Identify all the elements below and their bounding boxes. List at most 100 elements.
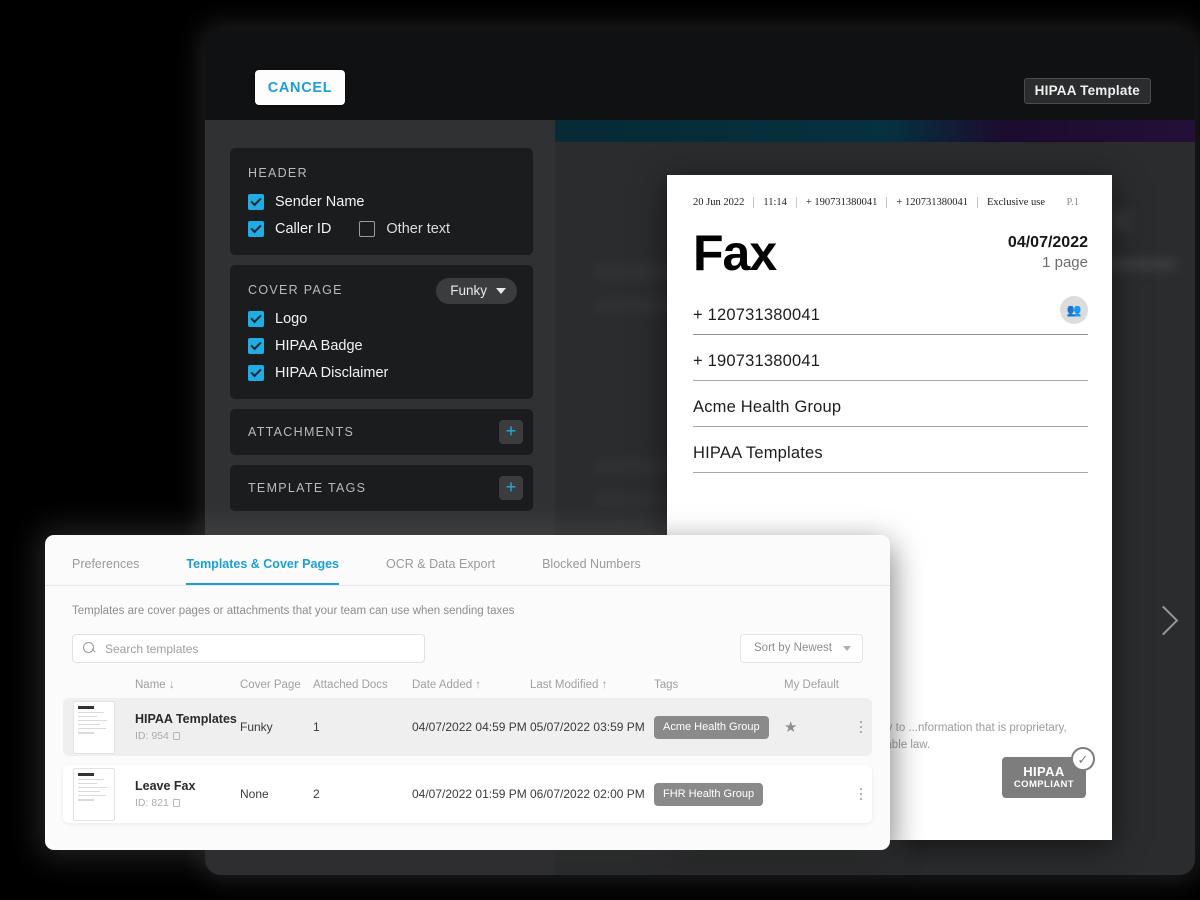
sort-dropdown[interactable]: Sort by Newest xyxy=(740,634,863,663)
search-input[interactable] xyxy=(105,641,414,656)
col-attached-docs[interactable]: Attached Docs xyxy=(313,679,412,691)
add-template-tag-button[interactable]: + xyxy=(499,476,523,500)
fax-fields: 👥 + 120731380041 + 190731380041 Acme Hea… xyxy=(693,296,1088,473)
template-id: ID: 954 xyxy=(135,730,240,742)
attachments-title: ATTACHMENTS xyxy=(248,425,355,439)
cover-page-select[interactable]: Funky xyxy=(436,278,517,304)
row-thumbnail xyxy=(73,700,135,754)
settings-panel: Preferences Templates & Cover Pages OCR … xyxy=(45,535,890,850)
star-filled-icon[interactable]: ★ xyxy=(784,719,797,736)
add-contact-icon[interactable]: 👥 xyxy=(1060,296,1088,324)
chevron-down-icon xyxy=(843,645,851,651)
fax-field-organization[interactable]: Acme Health Group xyxy=(693,398,1088,427)
col-last-modified[interactable]: Last Modified ↑ xyxy=(530,679,654,691)
copy-icon[interactable] xyxy=(172,799,180,807)
search-templates-box[interactable] xyxy=(72,634,425,663)
option-hipaa-disclaimer[interactable]: HIPAA Disclaimer xyxy=(248,365,515,381)
fax-field-to[interactable]: + 120731380041 xyxy=(693,306,1088,335)
cover-page-card: COVER PAGE Funky Logo HIPAA Badge HIPAA … xyxy=(230,265,533,399)
app-topbar: CANCEL HIPAA Template xyxy=(205,30,1195,120)
table-row[interactable]: HIPAA Templates ID: 954 Funky 1 04/07/20… xyxy=(63,698,872,756)
option-logo[interactable]: Logo xyxy=(248,311,515,327)
row-my-default[interactable]: ★ xyxy=(784,718,846,737)
tag-pill[interactable]: Acme Health Group xyxy=(654,715,769,739)
fax-meta-date: 20 Jun 2022 xyxy=(693,197,745,208)
col-cover-page[interactable]: Cover Page xyxy=(240,679,313,691)
option-label: Logo xyxy=(275,311,308,327)
option-label: Sender Name xyxy=(275,194,365,210)
header-card-title: HEADER xyxy=(248,166,308,180)
option-label: HIPAA Disclaimer xyxy=(275,365,389,381)
add-attachment-button[interactable]: + xyxy=(499,420,523,444)
templates-table: Name ↓ Cover Page Attached Docs Date Add… xyxy=(45,679,890,823)
row-kebab-icon[interactable] xyxy=(846,787,876,801)
row-date-added: 04/07/2022 01:59 PM xyxy=(412,787,527,801)
fax-field-subject[interactable]: HIPAA Templates xyxy=(693,444,1088,473)
row-tags: Acme Health Group xyxy=(654,715,784,739)
fax-header-right: 04/07/2022 1 page xyxy=(1008,228,1088,271)
fax-meta-notice: Exclusive use xyxy=(976,197,1054,208)
checkbox-checked-icon[interactable] xyxy=(248,194,264,210)
tab-templates-cover-pages[interactable]: Templates & Cover Pages xyxy=(186,557,340,585)
fax-meta-bar: 20 Jun 2022 11:14 + 190731380041 + 12073… xyxy=(693,197,1088,210)
cancel-button[interactable]: CANCEL xyxy=(255,70,345,105)
option-label: Other text xyxy=(386,221,451,237)
cover-page-selected-value: Funky xyxy=(450,283,487,298)
checkbox-checked-icon[interactable] xyxy=(248,338,264,354)
template-tags-section[interactable]: TEMPLATE TAGS + xyxy=(230,465,533,511)
col-name[interactable]: Name ↓ xyxy=(135,679,240,691)
row-name-cell: Leave Fax ID: 821 xyxy=(135,779,240,809)
row-cover-page: None xyxy=(240,787,269,801)
check-circle-icon: ✓ xyxy=(1071,747,1095,771)
template-id-text: ID: 954 xyxy=(135,730,169,742)
row-actions[interactable] xyxy=(846,787,876,801)
next-page-arrow-icon[interactable] xyxy=(1147,605,1181,639)
template-name: Leave Fax xyxy=(135,779,196,793)
chevron-down-icon xyxy=(496,287,506,294)
option-sender-name[interactable]: Sender Name xyxy=(248,194,515,210)
search-row: Sort by Newest xyxy=(45,617,890,663)
hipaa-template-chip[interactable]: HIPAA Template xyxy=(1023,78,1151,104)
tab-ocr-data-export[interactable]: OCR & Data Export xyxy=(386,557,495,585)
row-last-modified: 05/07/2022 03:59 PM xyxy=(530,720,645,734)
template-id-text: ID: 821 xyxy=(135,797,169,809)
checkbox-checked-icon[interactable] xyxy=(248,365,264,381)
tab-blocked-numbers[interactable]: Blocked Numbers xyxy=(542,557,641,585)
tab-preferences[interactable]: Preferences xyxy=(72,557,139,585)
checkbox-checked-icon[interactable] xyxy=(248,221,264,237)
row-date-added: 04/07/2022 04:59 PM xyxy=(412,720,527,734)
checkbox-unchecked-icon[interactable] xyxy=(359,221,376,237)
stage-color-band xyxy=(555,120,1195,142)
row-name-cell: HIPAA Templates ID: 954 xyxy=(135,712,240,742)
settings-tabs: Preferences Templates & Cover Pages OCR … xyxy=(45,535,890,586)
hipaa-compliant-badge: ✓ HIPAA COMPLIANT xyxy=(1001,747,1095,798)
col-my-default[interactable]: My Default xyxy=(784,679,846,691)
row-actions[interactable] xyxy=(846,720,876,734)
fax-field-from[interactable]: + 190731380041 xyxy=(693,352,1088,381)
option-label: Caller ID xyxy=(275,221,332,237)
fax-meta-page: P.1 xyxy=(1066,197,1079,208)
copy-icon[interactable] xyxy=(172,732,180,740)
option-caller-id-row[interactable]: Caller ID Other text xyxy=(248,221,515,237)
hipaa-badge-line2: COMPLIANT xyxy=(1013,779,1074,790)
template-name: HIPAA Templates xyxy=(135,712,237,726)
option-hipaa-badge[interactable]: HIPAA Badge xyxy=(248,338,515,354)
template-tags-title: TEMPLATE TAGS xyxy=(248,481,367,495)
document-thumbnail-icon xyxy=(73,767,115,821)
col-date-added[interactable]: Date Added ↑ xyxy=(412,679,530,691)
col-tags[interactable]: Tags xyxy=(654,679,784,691)
header-card: HEADER Sender Name Caller ID Other text xyxy=(230,148,533,255)
row-attached-docs: 2 xyxy=(313,787,320,801)
fax-title: Fax xyxy=(693,225,777,281)
fax-meta-time: 11:14 xyxy=(753,197,796,208)
fax-page-count: 1 page xyxy=(1042,254,1088,271)
table-row[interactable]: Leave Fax ID: 821 None 2 04/07/2022 01:5… xyxy=(63,765,872,823)
checkbox-checked-icon[interactable] xyxy=(248,311,264,327)
tag-pill[interactable]: FHR Health Group xyxy=(654,782,764,806)
row-kebab-icon[interactable] xyxy=(846,720,876,734)
row-last-modified: 06/07/2022 02:00 PM xyxy=(530,787,645,801)
attachments-section[interactable]: ATTACHMENTS + xyxy=(230,409,533,455)
template-id: ID: 821 xyxy=(135,797,240,809)
fax-meta-from: + 190731380041 xyxy=(795,197,887,208)
row-attached-docs: 1 xyxy=(313,720,320,734)
